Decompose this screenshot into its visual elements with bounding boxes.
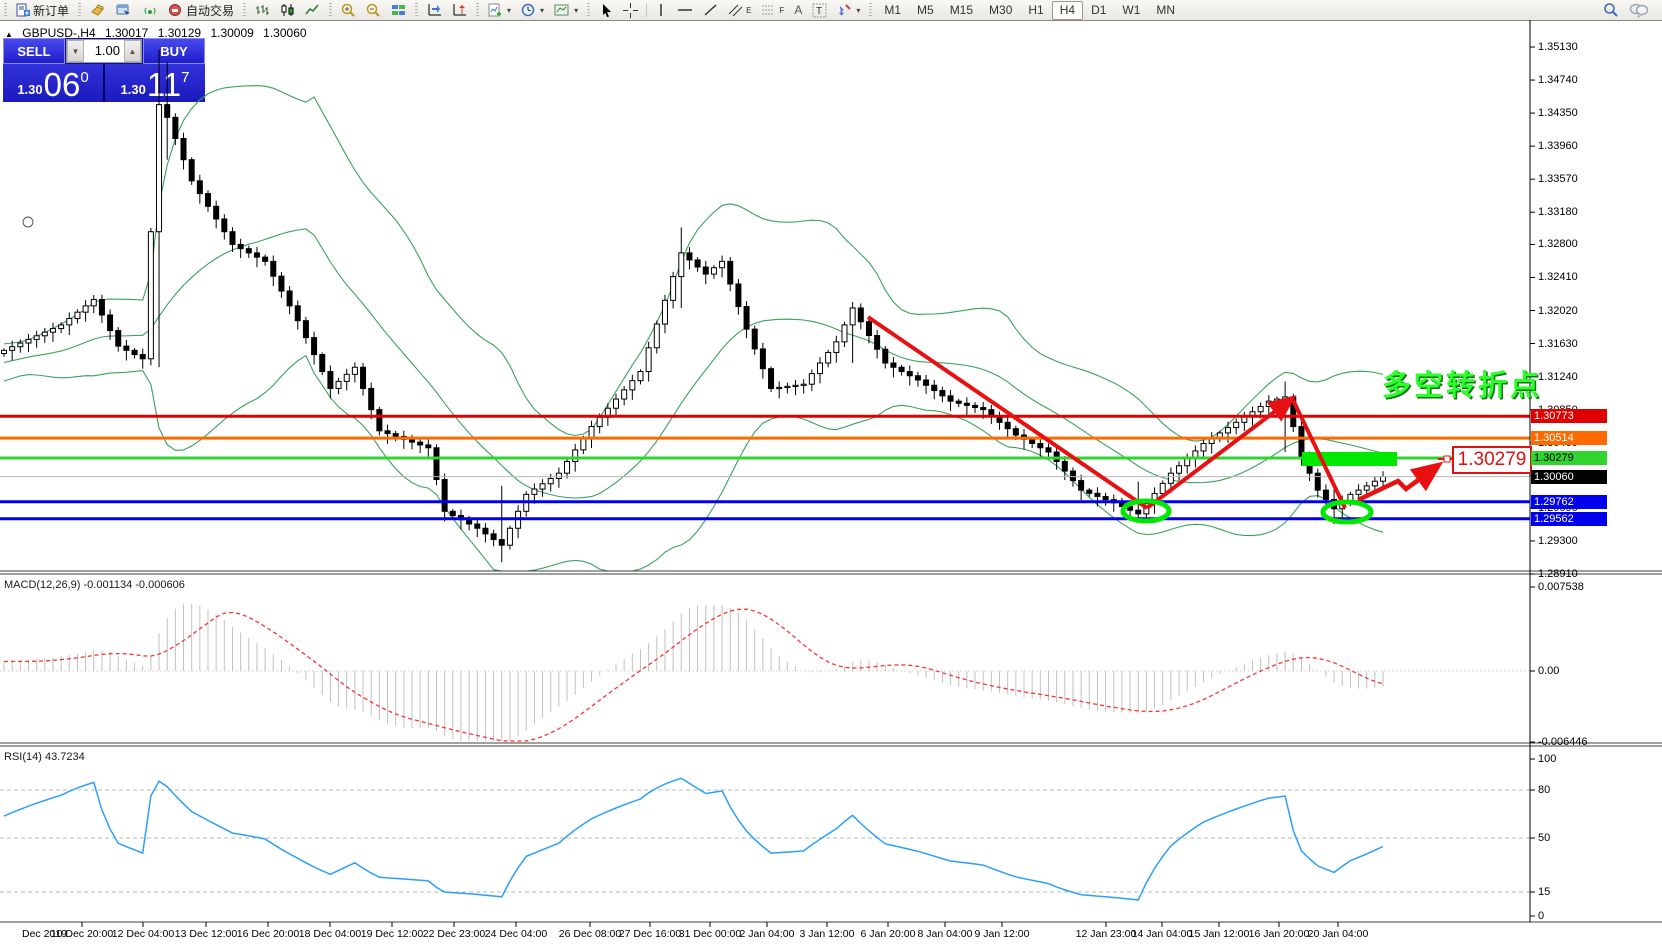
price-tick-label: 1.33960 — [1538, 140, 1578, 152]
price-tick-label: 1.32410 — [1538, 271, 1578, 283]
green-zone-rect[interactable] — [1302, 452, 1397, 466]
macd-axis-label: 0.00 — [1538, 665, 1559, 677]
rsi-axis-label: 100 — [1538, 753, 1556, 765]
price-tick-label: 1.33180 — [1538, 206, 1578, 218]
price-tick-label: 1.32800 — [1538, 238, 1578, 250]
rsi-header: RSI(14) 43.7234 — [4, 751, 85, 763]
time-axis-label: 6 Jan 20:00 — [861, 928, 916, 940]
macd-histogram — [4, 604, 1383, 741]
price-tick-label: 1.29300 — [1538, 535, 1578, 547]
rsi-axis-label: 0 — [1538, 910, 1544, 922]
time-axis-label: 20 Jan 04:00 — [1308, 928, 1369, 940]
time-axis-label: 9 Jan 12:00 — [975, 928, 1030, 940]
callout-handle — [1444, 456, 1450, 462]
macd-title: MACD(12,26,9) — [4, 579, 80, 591]
time-axis-label: 14 Jan 04:00 — [1132, 928, 1193, 940]
price-tick-label: 1.32020 — [1538, 305, 1578, 317]
macd-axis-label: 0.007538 — [1538, 581, 1584, 593]
time-axis-label: 19 Dec 12:00 — [361, 928, 423, 940]
macd-axis-label: -0.006446 — [1538, 736, 1588, 748]
mt4-window: 新订单 自动交易 — [0, 0, 1662, 947]
time-axis-label: 3 Jan 12:00 — [800, 928, 855, 940]
time-axis-label: 2 Jan 04:00 — [740, 928, 795, 940]
price-tick-label: 1.35130 — [1538, 41, 1578, 53]
price-tag: 1.29562 — [1531, 512, 1607, 526]
time-axis-label: 18 Dec 04:00 — [299, 928, 361, 940]
red-trendline[interactable] — [868, 317, 1147, 508]
time-axis-label: 16 Dec 20:00 — [237, 928, 299, 940]
rsi-axis-label: 80 — [1538, 784, 1550, 796]
time-axis-label: 10 Dec 20:00 — [51, 928, 113, 940]
rsi-title: RSI(14) — [4, 751, 42, 763]
bollinger-bands — [4, 86, 1383, 571]
price-tick-label: 1.31630 — [1538, 338, 1578, 350]
price-tag: 1.30279 — [1531, 451, 1607, 465]
price-tag: 1.30060 — [1531, 470, 1607, 484]
time-axis-label: 13 Dec 12:00 — [175, 928, 237, 940]
chart-canvas[interactable] — [0, 0, 1662, 947]
time-axis-label: 16 Jan 20:00 — [1249, 928, 1310, 940]
price-tag: 1.29762 — [1531, 495, 1607, 509]
macd-values: -0.001134 -0.000606 — [83, 579, 184, 591]
time-axis-label: 8 Jan 04:00 — [918, 928, 973, 940]
time-axis-label: 15 Jan 12:00 — [1189, 928, 1250, 940]
time-axis-label: 22 Dec 23:00 — [423, 928, 485, 940]
macd-signal-line — [4, 609, 1383, 741]
price-tick-label: 1.31240 — [1538, 371, 1578, 383]
price-tag: 1.30773 — [1531, 409, 1607, 423]
time-axis-label: 12 Dec 04:00 — [112, 928, 174, 940]
macd-header: MACD(12,26,9) -0.001134 -0.000606 — [4, 579, 185, 591]
turning-point-annotation[interactable]: 多空转折点 — [1382, 362, 1542, 404]
price-tick-label: 1.33570 — [1538, 173, 1578, 185]
price-tick-label: 1.28910 — [1538, 568, 1578, 580]
rsi-axis-label: 15 — [1538, 886, 1550, 898]
time-axis-label: 24 Dec 04:00 — [485, 928, 547, 940]
circle-object-marker[interactable] — [23, 217, 33, 227]
rsi-line — [4, 778, 1383, 900]
time-axis-label: 12 Jan 23:00 — [1076, 928, 1137, 940]
price-callout-box[interactable]: 1.30279 — [1452, 446, 1532, 474]
time-axis-label: 27 Dec 16:00 — [619, 928, 681, 940]
price-tag: 1.30514 — [1531, 431, 1607, 445]
price-tick-label: 1.34740 — [1538, 74, 1578, 86]
rsi-value: 43.7234 — [45, 751, 85, 763]
time-axis-label: 31 Dec 00:00 — [679, 928, 741, 940]
time-axis-label: 26 Dec 08:00 — [559, 928, 621, 940]
price-tick-label: 1.34350 — [1538, 107, 1578, 119]
red-zigzag-arrow[interactable] — [1358, 467, 1436, 500]
rsi-axis-label: 50 — [1538, 832, 1550, 844]
